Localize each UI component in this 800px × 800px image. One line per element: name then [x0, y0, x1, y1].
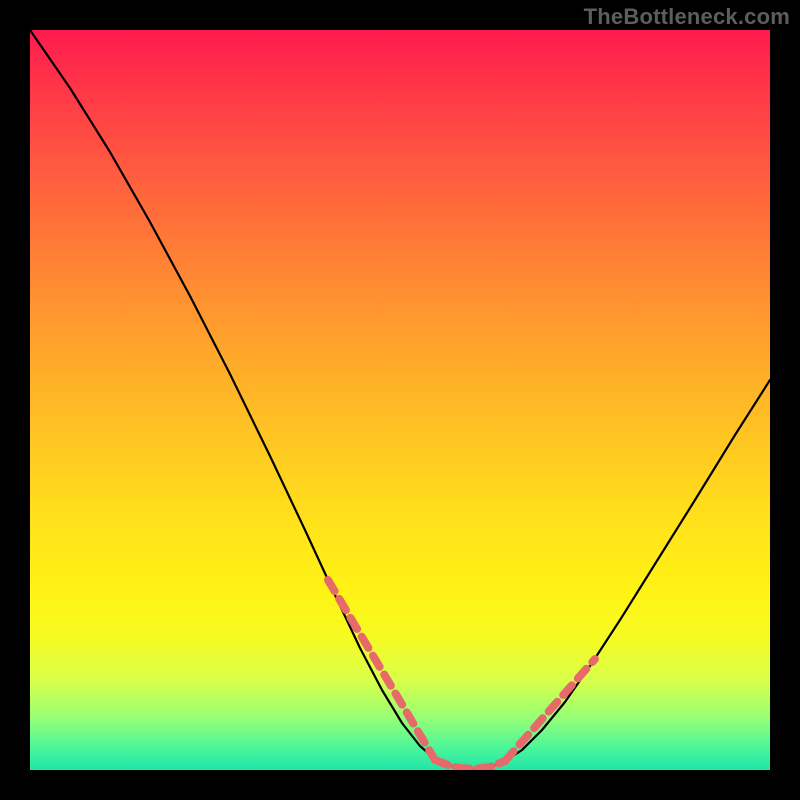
chart-frame: TheBottleneck.com: [0, 0, 800, 800]
black-curve: [30, 30, 770, 769]
watermark-text: TheBottleneck.com: [584, 4, 790, 30]
plot-area: [30, 30, 770, 770]
left-dotted-accent: [328, 580, 435, 760]
curve-layer: [30, 30, 770, 770]
valley-dotted-accent: [435, 760, 505, 769]
right-dotted-accent: [505, 659, 595, 761]
